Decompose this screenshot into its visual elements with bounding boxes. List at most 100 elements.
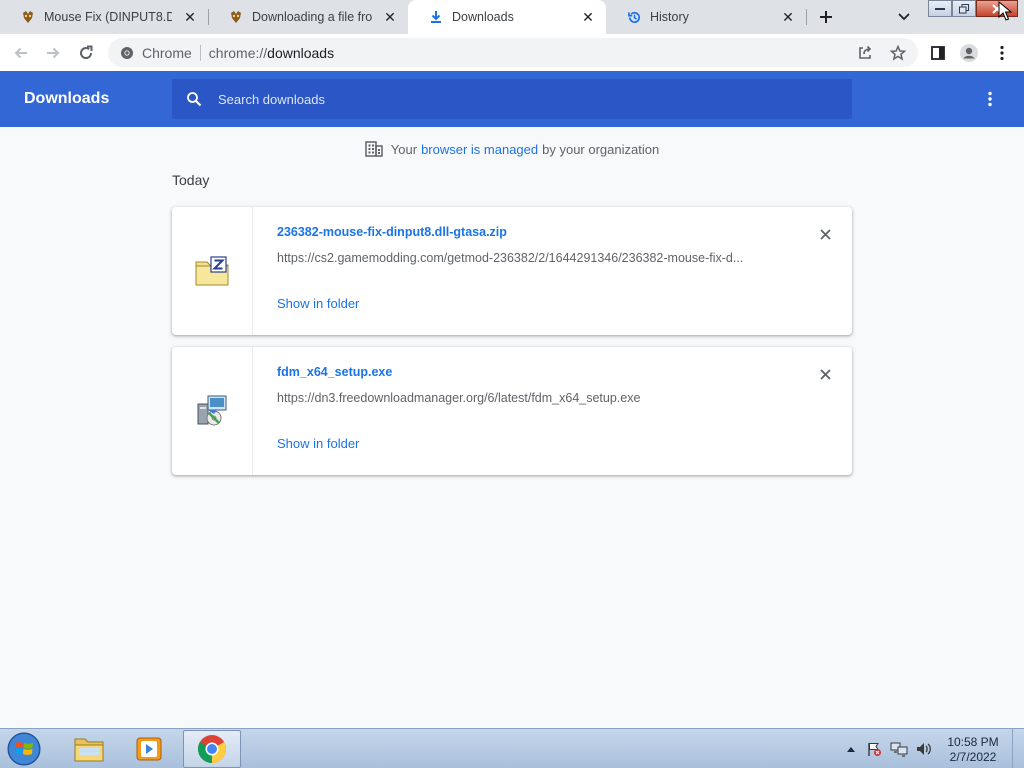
chrome-icon (120, 46, 134, 60)
remove-download-button[interactable] (815, 364, 835, 384)
tab-downloads[interactable]: Downloads ✕ (408, 0, 606, 34)
file-name-link[interactable]: 236382-mouse-fix-dinput8.dll-gtasa.zip (277, 225, 507, 239)
bookmark-button[interactable] (886, 38, 910, 67)
side-panel-icon (931, 46, 945, 60)
taskbar-explorer-button[interactable] (60, 730, 118, 768)
action-center-button[interactable] (864, 729, 884, 768)
forward-button[interactable] (40, 40, 66, 66)
profile-button[interactable] (956, 40, 982, 66)
windows-logo-icon (7, 732, 41, 766)
clock-time: 10:58 PM (947, 735, 999, 749)
url-text: chrome://downloads (209, 45, 334, 61)
more-vert-icon (1000, 45, 1004, 61)
close-icon[interactable]: ✕ (380, 7, 400, 27)
download-item: 236382-mouse-fix-dinput8.dll-gtasa.zip h… (172, 207, 852, 335)
reload-icon (80, 45, 93, 59)
omnibox-divider (199, 44, 201, 61)
address-bar[interactable]: Chrome chrome://downloads (108, 38, 918, 67)
file-url[interactable]: https://dn3.freedownloadmanager.org/6/la… (277, 391, 777, 405)
managed-prefix: Your (390, 141, 418, 157)
managed-notice: Your browser is managed by your organiza… (0, 139, 1024, 159)
flag-alert-icon (868, 743, 881, 756)
file-icon-column (172, 207, 253, 335)
media-player-icon (136, 737, 162, 761)
minimize-icon (935, 7, 945, 10)
tab-search-button[interactable] (895, 8, 913, 26)
network-icon (890, 742, 908, 757)
close-icon[interactable]: ✕ (578, 7, 598, 27)
site-label: Chrome (142, 44, 192, 61)
zip-file-icon (195, 256, 229, 286)
search-icon (184, 89, 204, 109)
arrow-right-icon (47, 47, 60, 59)
folder-icon (74, 738, 104, 762)
downloads-toolbar: Downloads (0, 71, 1024, 127)
show-hidden-icons-button[interactable] (845, 729, 857, 768)
tab-mouse-fix[interactable]: Mouse Fix (DINPUT8.DLL) ✕ (0, 0, 208, 34)
remove-download-button[interactable] (815, 224, 835, 244)
new-tab-button[interactable] (815, 6, 837, 28)
gamemodding-icon (20, 9, 36, 25)
network-button[interactable] (888, 729, 910, 768)
minimize-button[interactable] (928, 0, 952, 17)
side-panel-button[interactable] (925, 40, 951, 66)
chevron-up-icon (847, 747, 855, 752)
star-icon (890, 44, 906, 61)
file-icon-column (172, 347, 253, 475)
tab-strip: Mouse Fix (DINPUT8.DLL) ✕ Downloading a … (0, 0, 1024, 34)
chrome-menu-button[interactable] (989, 40, 1015, 66)
tab-title: Mouse Fix (DINPUT8.DLL) (44, 10, 172, 24)
system-clock[interactable]: 10:58 PM 2/7/2022 (940, 735, 1006, 765)
volume-icon (917, 743, 931, 755)
browser-toolbar: Chrome chrome://downloads (0, 34, 1024, 71)
volume-button[interactable] (913, 729, 935, 768)
gamemodding-icon (228, 9, 244, 25)
more-actions-button[interactable] (980, 89, 1000, 109)
show-in-folder-link[interactable]: Show in folder (277, 296, 359, 311)
restore-button[interactable] (952, 0, 976, 17)
url-scheme: chrome:// (208, 44, 268, 61)
close-icon (819, 228, 831, 240)
close-icon[interactable]: ✕ (778, 7, 798, 27)
avatar-icon (960, 44, 978, 62)
close-icon (819, 368, 831, 380)
chrome-logo-icon (198, 735, 226, 763)
more-vert-icon (988, 91, 992, 107)
managed-link[interactable]: browser is managed (421, 142, 538, 157)
clock-date: 2/7/2022 (949, 750, 997, 764)
installer-file-icon (197, 395, 227, 426)
file-url[interactable]: https://cs2.gamemodding.com/getmod-23638… (277, 251, 777, 265)
chevron-down-icon (898, 13, 910, 21)
windows-taskbar: 10:58 PM 2/7/2022 (0, 728, 1024, 768)
history-icon (626, 9, 642, 25)
show-desktop-button[interactable] (1012, 729, 1024, 768)
page-title: Downloads (24, 90, 110, 107)
download-item: fdm_x64_setup.exe https://dn3.freedownlo… (172, 347, 852, 475)
tab-downloading-file[interactable]: Downloading a file from ✕ (208, 0, 408, 34)
search-box[interactable] (172, 79, 852, 119)
plus-icon (820, 11, 832, 23)
start-button[interactable] (4, 730, 44, 768)
taskbar-chrome-button[interactable] (183, 730, 241, 768)
file-name-link[interactable]: fdm_x64_setup.exe (277, 365, 392, 379)
taskbar-media-player-button[interactable] (120, 730, 178, 768)
close-icon[interactable]: ✕ (180, 7, 200, 27)
restore-icon (959, 3, 969, 13)
tab-title: History (650, 10, 689, 24)
arrow-left-icon (14, 47, 27, 59)
building-icon (365, 140, 383, 158)
share-button[interactable] (853, 38, 877, 67)
tab-title: Downloading a file from (252, 10, 372, 24)
mouse-cursor-icon (998, 1, 1012, 21)
url-path: downloads (267, 44, 335, 61)
managed-suffix: by your organization (542, 141, 660, 157)
reload-button[interactable] (73, 40, 99, 66)
tab-title: Downloads (452, 10, 514, 24)
search-input[interactable] (218, 91, 818, 107)
tab-history[interactable]: History ✕ (606, 0, 806, 34)
download-icon (428, 9, 444, 25)
share-icon (859, 45, 872, 59)
date-section-label: Today (172, 172, 210, 188)
back-button[interactable] (8, 40, 34, 66)
show-in-folder-link[interactable]: Show in folder (277, 436, 359, 451)
